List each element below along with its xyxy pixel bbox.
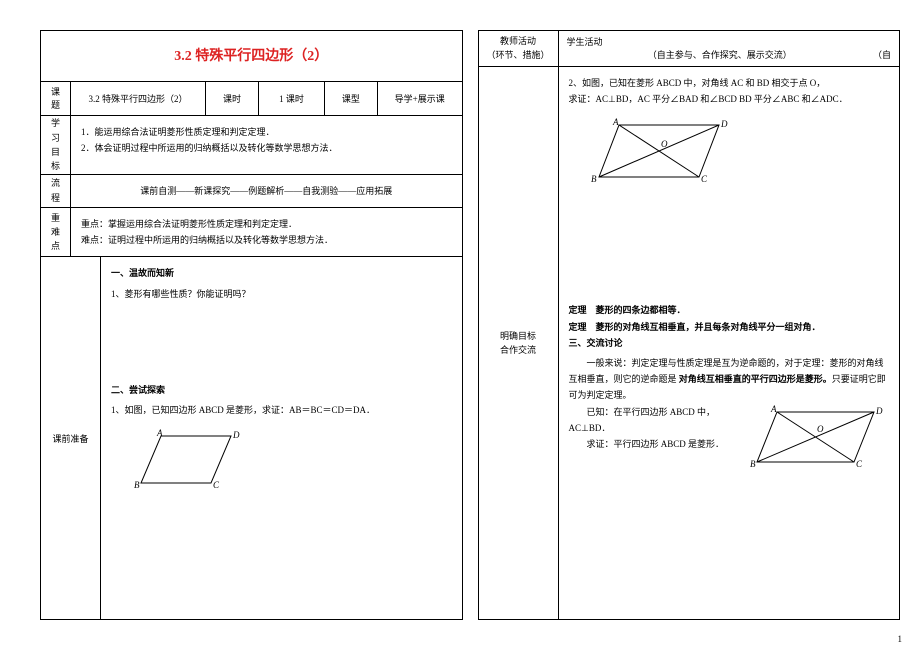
section2-q1: 1、如图，已知四边形 ABCD 是菱形，求证：AB＝BC＝CD＝DA．	[111, 402, 452, 418]
rhombus-figure-1: A D B C	[131, 428, 452, 493]
section1-q1: 1、菱形有哪些性质？你能证明吗？	[111, 286, 452, 302]
svg-text:B: B	[134, 480, 140, 490]
svg-text:A: A	[156, 428, 163, 438]
section1-head: 一、温故而知新	[111, 265, 452, 281]
svg-text:D: D	[232, 430, 240, 440]
rhombus-diagonals-icon: A D B C O	[589, 117, 739, 192]
type-value: 导学+展示课	[378, 82, 462, 115]
svg-text:C: C	[701, 174, 708, 184]
rhombus-figure-2: A D B C O	[589, 117, 890, 192]
section3-head: 三、交流讨论	[569, 335, 890, 351]
objective-content: 1．能运用综合法证明菱形性质定理和判定定理． 2．体会证明过程中所运用的归纳概括…	[71, 116, 462, 174]
type-label: 课型	[325, 82, 378, 115]
page-number: 1	[898, 634, 903, 644]
right-header: 教师活动 （环节、措施） 学生活动 （自主参与、合作探究、展示交流）（自	[479, 31, 900, 67]
objective-row: 学习目标 1．能运用综合法证明菱形性质定理和判定定理． 2．体会证明过程中所运用…	[41, 116, 462, 175]
topic-label: 课题	[41, 82, 71, 115]
prep-content: 一、温故而知新 1、菱形有哪些性质？你能证明吗？ 二、尝试探索 1、如图，已知四…	[101, 257, 462, 619]
flow-row: 流程 课前自测——新课探究——例题解析——自我测验——应用拓展	[41, 175, 462, 208]
svg-text:O: O	[817, 424, 824, 434]
right-content: 2、如图，已知在菱形 ABCD 中，对角线 AC 和 BD 相交于点 O， 求证…	[559, 67, 900, 619]
given-text: 已知：在平行四边形 ABCD 中，AC⊥BD．	[569, 404, 744, 436]
lesson-meta-row: 课题 3.2 特殊平行四边形（2） 课时 1 课时 课型 导学+展示课	[41, 81, 462, 116]
right-panel: 教师活动 （环节、措施） 学生活动 （自主参与、合作探究、展示交流）（自 明确目…	[478, 30, 901, 620]
objective-label: 学习目标	[41, 116, 71, 174]
svg-text:D: D	[720, 119, 728, 129]
q2-line2: 求证：AC⊥BD，AC 平分∠BAD 和∠BCD BD 平分∠ABC 和∠ADC…	[569, 91, 890, 107]
side-goal-label: 明确目标 合作交流	[479, 67, 559, 619]
svg-text:B: B	[750, 459, 756, 469]
keydiff-row: 重难点 重点：掌握运用综合法证明菱形性质定理和判定定理． 难点：证明过程中所运用…	[41, 208, 462, 257]
keydiff-content: 重点：掌握运用综合法证明菱形性质定理和判定定理． 难点：证明过程中所运用的归纳概…	[71, 208, 462, 256]
period-label: 课时	[206, 82, 259, 115]
lesson-title: 3.2 特殊平行四边形（2）	[41, 31, 462, 81]
right-body: 明确目标 合作交流 2、如图，已知在菱形 ABCD 中，对角线 AC 和 BD …	[479, 67, 900, 619]
svg-text:C: C	[856, 459, 863, 469]
keydiff-label: 重难点	[41, 208, 71, 256]
section2-head: 二、尝试探索	[111, 382, 452, 398]
theorem-2: 定理 菱形的对角线互相垂直，并且每条对角线平分一组对角．	[569, 319, 890, 335]
svg-text:B: B	[591, 174, 597, 184]
prove-text: 求证：平行四边形 ABCD 是菱形．	[569, 436, 744, 452]
svg-text:O: O	[661, 139, 668, 149]
student-activity-label: 学生活动 （自主参与、合作探究、展示交流）（自	[559, 31, 900, 66]
period-value: 1 课时	[259, 82, 325, 115]
teacher-activity-label: 教师活动 （环节、措施）	[479, 31, 559, 66]
rhombus-icon: A D B C	[131, 428, 241, 493]
svg-text:C: C	[213, 480, 220, 490]
flow-content: 课前自测——新课探究——例题解析——自我测验——应用拓展	[71, 175, 462, 207]
flow-label: 流程	[41, 175, 71, 207]
prep-row: 课前准备 一、温故而知新 1、菱形有哪些性质？你能证明吗？ 二、尝试探索 1、如…	[41, 257, 462, 619]
svg-text:D: D	[875, 406, 883, 416]
theorem-1: 定理 菱形的四条边都相等．	[569, 302, 890, 318]
left-panel: 3.2 特殊平行四边形（2） 课题 3.2 特殊平行四边形（2） 课时 1 课时…	[40, 30, 463, 620]
svg-text:A: A	[770, 404, 777, 414]
q2-line1: 2、如图，已知在菱形 ABCD 中，对角线 AC 和 BD 相交于点 O，	[569, 75, 890, 91]
rhombus-diagonals-icon-2: A D B C O	[749, 404, 889, 479]
rhombus-figure-3: A D B C O	[749, 404, 889, 479]
svg-text:A: A	[612, 117, 619, 127]
discuss-para: 一般来说：判定定理与性质定理是互为逆命题的，对于定理：菱形的对角线互相垂直，则它…	[569, 355, 890, 404]
prep-label: 课前准备	[41, 257, 101, 619]
topic-value: 3.2 特殊平行四边形（2）	[71, 82, 206, 115]
